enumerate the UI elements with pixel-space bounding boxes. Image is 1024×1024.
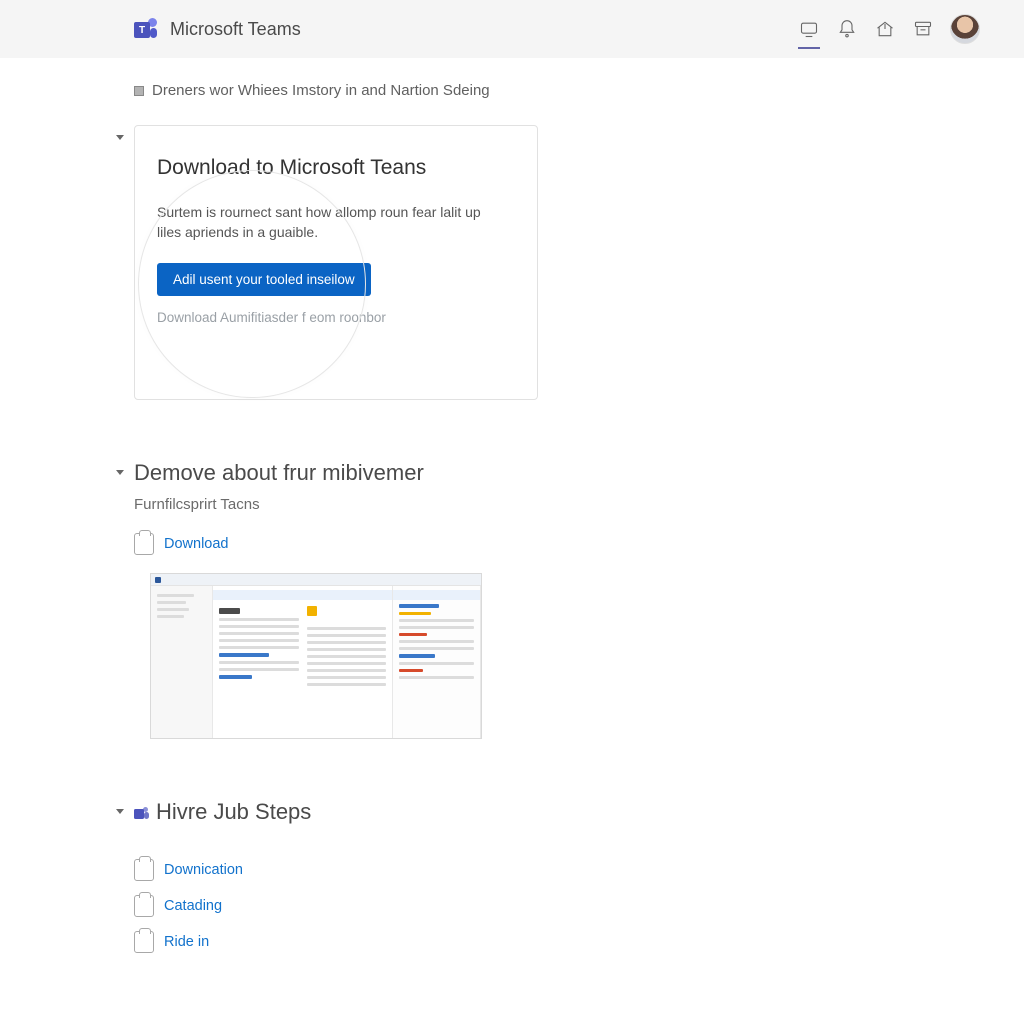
page-body: Dreners wor Whiees Imstory in and Nartio… <box>0 58 1024 1024</box>
step-link-row: Downication <box>134 859 880 881</box>
teams-mini-logo-icon <box>134 805 150 821</box>
step-link-row: Ride in <box>134 931 880 953</box>
download-primary-button[interactable]: Adil usent your tooled inseilow <box>157 263 371 296</box>
section-title: Demove about frur mibivemer <box>134 460 880 486</box>
download-section: Download to Microsoft Teans Surtem is ro… <box>134 125 880 400</box>
user-avatar[interactable] <box>950 14 980 44</box>
monitor-icon[interactable] <box>798 27 820 49</box>
demo-section: Demove about frur mibivemer Furnfilcspri… <box>134 460 880 739</box>
section-subtitle: Furnfilcsprirt Tacns <box>134 496 880 513</box>
header-actions <box>798 0 980 58</box>
document-icon <box>134 931 154 953</box>
app-screenshot-thumbnail <box>150 573 482 739</box>
download-link[interactable]: Download <box>164 536 229 552</box>
breadcrumb-marker-icon <box>134 86 144 96</box>
section-caret-icon[interactable] <box>116 470 124 475</box>
step-link[interactable]: Catading <box>164 898 222 914</box>
home-icon[interactable] <box>874 18 896 40</box>
document-icon <box>134 859 154 881</box>
download-link-row: Download <box>134 533 880 555</box>
section-title: Hivre Jub Steps <box>134 799 880 825</box>
download-secondary-link[interactable]: Download Aumifitiasder f eom roonbor <box>157 306 515 329</box>
document-icon <box>134 533 154 555</box>
teams-logo-icon: T <box>134 16 160 42</box>
card-description: Surtem is rournect sant how allomp roun … <box>157 202 497 243</box>
document-icon <box>134 895 154 917</box>
archive-icon[interactable] <box>912 18 934 40</box>
bell-icon[interactable] <box>836 18 858 40</box>
section-caret-icon[interactable] <box>116 135 124 140</box>
download-card: Download to Microsoft Teans Surtem is ro… <box>134 125 538 400</box>
card-title: Download to Microsoft Teans <box>157 156 515 180</box>
step-link-row: Catading <box>134 895 880 917</box>
section-caret-icon[interactable] <box>116 809 124 814</box>
section-title-text: Hivre Jub Steps <box>156 799 311 824</box>
steps-section: Hivre Jub Steps Downication Catading Rid… <box>134 799 880 953</box>
app-title: Microsoft Teams <box>170 19 301 40</box>
step-link[interactable]: Ride in <box>164 934 209 950</box>
step-link[interactable]: Downication <box>164 862 243 878</box>
breadcrumb: Dreners wor Whiees Imstory in and Nartio… <box>134 82 880 99</box>
breadcrumb-text: Dreners wor Whiees Imstory in and Nartio… <box>152 82 490 99</box>
app-header: T Microsoft Teams <box>0 0 1024 58</box>
